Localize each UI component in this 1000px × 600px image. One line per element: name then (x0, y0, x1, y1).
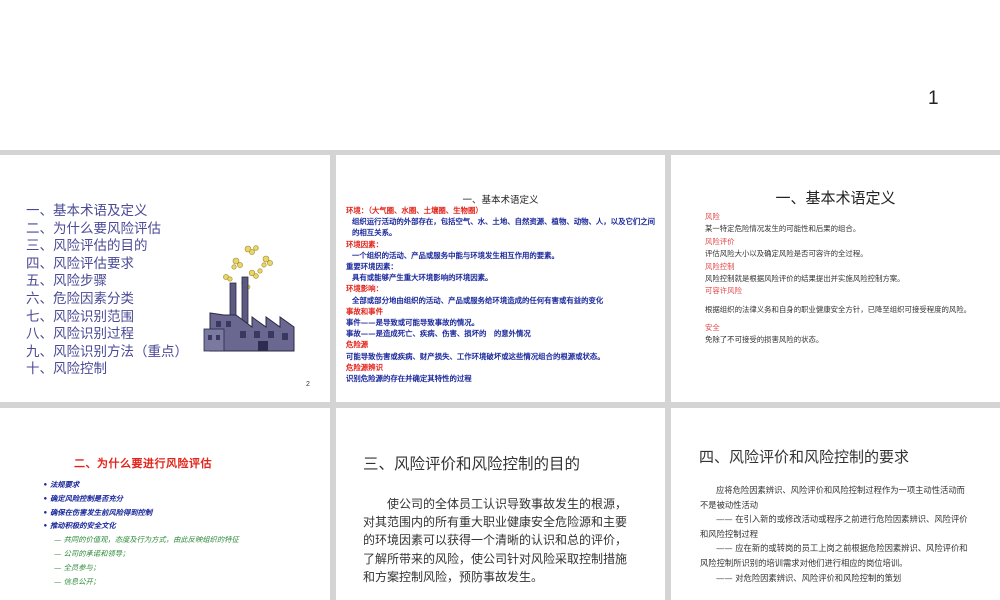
toc-item: 四、风险评估要求 (26, 255, 134, 272)
slide-title: 一、基本术语定义 (775, 189, 896, 207)
slide-requirements: 四、风险评价和风险控制的要求 应将危险因素辨识、风险评价和风险控制过程作为一项主… (671, 408, 1000, 600)
term-definition: 风险控制就是根据风险评价的结果提出并实施风险控制方案。 (705, 274, 905, 284)
slide-number: 2 (306, 381, 310, 388)
toc-item: 十、风险控制 (26, 361, 107, 378)
toc-list: 一、基本术语及定义 二、为什么要风险评估 三、风险评估的目的 四、风险评估要求 … (26, 203, 188, 379)
bullet-item: 法规要求 (43, 478, 239, 492)
slide-body: 风险 某一特定危险情况发生的可能性和后果的组合。 风险评价 评估风险大小以及确定… (705, 211, 993, 347)
bullet-item: 推动积极的安全文化 (43, 519, 239, 533)
paragraph: —— 应在新的或转岗的员工上岗之前根据危险因素辨识、风险评价和风险控制所识别的培… (700, 543, 968, 568)
page-number: 1 (928, 88, 939, 109)
bullet-item: 确定风险控制是否充分 (43, 492, 239, 506)
term-definition: 识别危险源的存在并确定其特性的过程 (346, 374, 472, 384)
toc-item: 三、风险评估的目的 (26, 238, 148, 255)
term-definition: 可能导致伤害或疾病、财产损失、工作环境破坏或这些情况组合的根源或状态。 (346, 351, 605, 361)
term-definition: 事故——是造成死亡、疾病、伤害、损坏的 的意外情况 (346, 329, 531, 339)
term-label: 安全 (705, 322, 720, 332)
slide-title: 一、基本术语定义 (462, 195, 539, 206)
term-definition: 事件——是导致或可能导致事故的情况。 (346, 318, 480, 328)
slide-terms-risk: 一、基本术语定义 风险 某一特定危险情况发生的可能性和后果的组合。 风险评价 评… (671, 155, 1000, 402)
term-definition: 根据组织的法律义务和自身的职业健康安全方针，已降至组织可接受程度的风险。 (705, 304, 972, 314)
toc-item: 八、风险识别过程 (26, 326, 134, 343)
paragraph: —— 在引入新的或修改活动或程序之前进行危险因素辨识、风险评价和风险控制过程 (700, 514, 968, 539)
slide-title: 二、为什么要进行风险评估 (74, 457, 212, 470)
slide-terms-environment: 一、基本术语定义 环境：（大气圈、水圈、土壤圈、生物圈） 组织运行活动的外部存在… (336, 155, 665, 402)
term-label: 风险控制 (705, 261, 735, 271)
toc-item: 七、风险识别范围 (26, 308, 134, 325)
term-label: 危险源 (346, 340, 369, 350)
slide-why-risk-assessment: 二、为什么要进行风险评估 法规要求 确定风险控制是否充分 确保在伤害发生前风险得… (0, 408, 330, 600)
term-label: 事故和事件 (346, 306, 383, 316)
sub-item: — 信息公开； (54, 576, 101, 586)
top-margin: 1 (0, 0, 1000, 150)
term-label: 环境：（大气圈、水圈、土壤圈、生物圈） (346, 206, 483, 215)
slide-table-of-contents: 一、基本术语及定义 二、为什么要风险评估 三、风险评估的目的 四、风险评估要求 … (0, 155, 330, 402)
slide-title: 四、风险评价和风险控制的要求 (699, 448, 910, 466)
term-definition: 某一特定危险情况发生的可能性和后果的组合。 (705, 224, 861, 234)
toc-item: 二、为什么要风险评估 (26, 220, 161, 237)
term-definition: 免除了不可接受的损害风险的状态。 (705, 335, 824, 345)
slide-purpose: 三、风险评价和风险控制的目的 使公司的全体员工认识导致事故发生的根源，对其范围内… (336, 408, 665, 600)
term-definition: 评估风险大小以及确定风险是否可容许的全过程。 (705, 249, 868, 259)
term-definition: 具有或能够产生重大环境影响的环境因素。 (352, 273, 493, 283)
bullet-item: 确保在伤害发生前风险得到控制 (43, 506, 239, 520)
term-definition: 全部或部分地由组织的活动、产品或服务给环境造成的任何有害或有益的变化 (352, 295, 604, 305)
slide-title: 三、风险评价和风险控制的目的 (363, 455, 581, 473)
sub-item: — 全员参与； (54, 562, 101, 572)
term-label: 风险 (705, 212, 720, 221)
term-label: 风险评价 (705, 236, 735, 246)
term-label: 环境影响： (346, 284, 383, 294)
term-label: 可容许风险 (705, 286, 742, 296)
factory-smokestacks-icon (203, 245, 295, 352)
term-label: 环境因素： (346, 239, 383, 249)
toc-item: 五、风险步骤 (26, 273, 107, 290)
slide-body: 使公司的全体员工认识导致事故发生的根源，对其范围内的所有重大职业健康安全危险源和… (363, 497, 628, 584)
term-definition: 组织运行活动的外部存在，包括空气、水、土地、自然资源、植物、动物、人，以及它们之… (352, 217, 656, 238)
term-label: 危险源辨识 (346, 362, 383, 372)
slide-body: 应将危险因素辨识、风险评价和风险控制过程作为一项主动性活动而不是被动性活动 ——… (700, 483, 968, 585)
toc-item: 一、基本术语及定义 (26, 203, 148, 219)
slide-body: 环境：（大气圈、水圈、土壤圈、生物圈） 组织运行活动的外部存在，包括空气、水、土… (346, 205, 658, 384)
toc-item: 九、风险识别方法（重点） (26, 343, 188, 360)
toc-item: 六、危险因素分类 (26, 290, 134, 307)
term-label: 重要环境因素： (346, 262, 398, 272)
sub-item: — 公司的承诺和领导； (54, 548, 130, 558)
bullet-list: 法规要求 确定风险控制是否充分 确保在伤害发生前风险得到控制 推动积极的安全文化… (43, 478, 239, 588)
paragraph: 应将危险因素辨识、风险评价和风险控制过程作为一项主动性活动而不是被动性活动 (700, 485, 965, 510)
paragraph: —— 对危险因素辨识、风险评价和风险控制的策划 (716, 572, 902, 583)
sub-item: — 共同的价值观，态度及行为方式，由此反映组织的特征 (54, 535, 239, 545)
term-definition: 一个组织的活动、产品或服务中能与环境发生相互作用的要素。 (352, 250, 559, 260)
